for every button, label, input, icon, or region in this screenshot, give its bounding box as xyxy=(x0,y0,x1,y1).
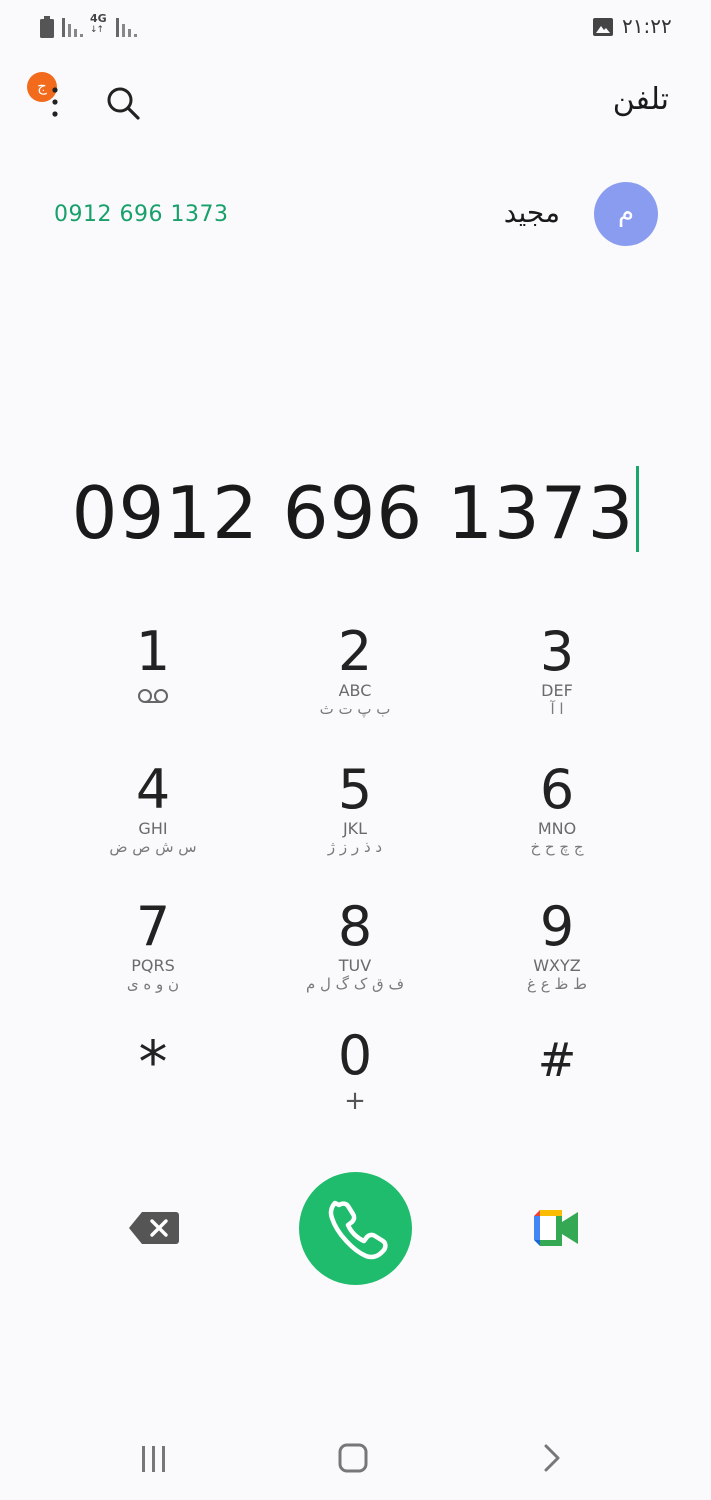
keypad-key-9[interactable]: 9 WXYZ ط ظ ع غ xyxy=(457,897,657,1027)
battery-icon xyxy=(40,16,54,38)
signal-icon-secondary xyxy=(116,18,137,37)
recent-apps-icon[interactable] xyxy=(138,1444,170,1474)
status-time: ۲۱:۲۲ xyxy=(622,14,672,38)
keypad-key-0[interactable]: 0 + xyxy=(255,1026,455,1156)
dialed-number-text: 0912 696 1373 xyxy=(71,471,635,555)
home-icon[interactable] xyxy=(337,1442,369,1474)
search-icon[interactable] xyxy=(104,84,142,122)
video-call-icon[interactable] xyxy=(532,1206,580,1250)
keypad-key-star[interactable]: * xyxy=(53,1030,253,1160)
signal-icon xyxy=(62,18,83,37)
page-title: تلفن xyxy=(612,82,669,117)
backspace-icon[interactable] xyxy=(128,1210,180,1246)
status-bar: 4G ↓↑ ۲۱:۲۲ xyxy=(0,0,711,56)
dialed-number-field[interactable]: 0912 696 1373 xyxy=(0,466,711,555)
keypad-key-2[interactable]: 2 ABC ب پ ت ث xyxy=(255,622,455,752)
suggested-contact[interactable]: م مجید 0912 696 1373 xyxy=(30,170,680,260)
call-button[interactable] xyxy=(299,1172,412,1285)
contact-name: مجید xyxy=(503,196,560,229)
keypad-key-hash[interactable]: # xyxy=(457,1030,657,1160)
keypad-key-3[interactable]: 3 DEF ا آ xyxy=(457,622,657,752)
keypad-key-8[interactable]: 8 TUV ف ق ک گ ل م xyxy=(255,897,455,1027)
keypad-key-6[interactable]: 6 MNO ج چ ح خ xyxy=(457,760,657,890)
more-options-icon[interactable] xyxy=(44,84,66,120)
contact-number: 0912 696 1373 xyxy=(54,202,229,227)
keypad-key-4[interactable]: 4 GHI س ش ص ض xyxy=(53,760,253,890)
text-cursor xyxy=(636,466,640,552)
voicemail-icon xyxy=(138,689,168,703)
avatar: م xyxy=(594,182,658,246)
back-icon[interactable] xyxy=(540,1442,564,1474)
keypad-key-7[interactable]: 7 PQRS ن و ه ی xyxy=(53,897,253,1027)
gallery-notification-icon xyxy=(593,18,613,36)
phone-icon xyxy=(328,1200,388,1260)
keypad-key-5[interactable]: 5 JKL د ذ ر ز ژ xyxy=(255,760,455,890)
keypad-key-1[interactable]: 1 xyxy=(53,622,253,752)
data-arrows-icon: ↓↑ xyxy=(90,25,104,35)
network-type-indicator: 4G ↓↑ xyxy=(90,12,107,35)
